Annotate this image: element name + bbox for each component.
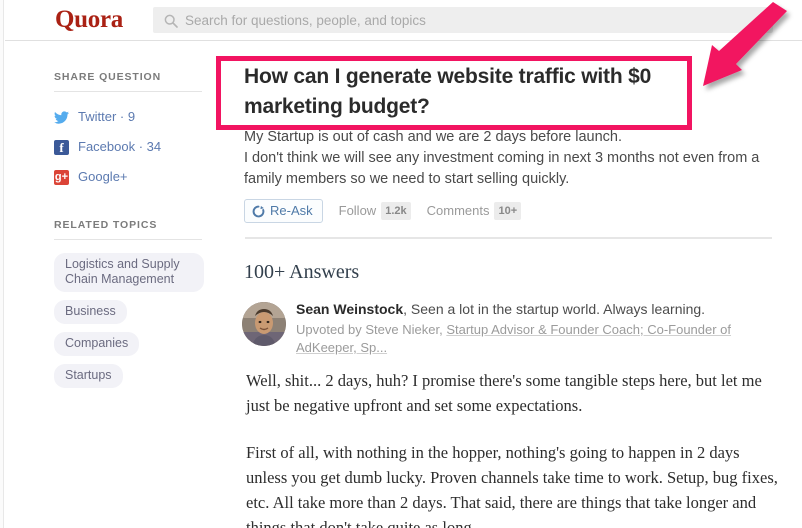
answer-author-name[interactable]: Sean Weinstock [296, 301, 403, 317]
answer-author-line: Sean Weinstock, Seen a lot in the startu… [296, 300, 785, 319]
upvoter-name[interactable]: Steve Nieker [365, 322, 439, 337]
answers-count-heading: 100+ Answers [244, 261, 360, 283]
question-details-line-2: I don't think we will see any investment… [244, 150, 760, 187]
facebook-icon: f [54, 139, 69, 155]
author-suffix: , [403, 301, 411, 317]
answer-byline: Sean Weinstock, Seen a lot in the startu… [296, 300, 785, 357]
answer-body: Well, shit... 2 days, huh? I promise the… [246, 368, 782, 528]
share-link-label: Twitter · 9 [78, 109, 135, 125]
share-link-google-plus[interactable]: g+ Google+ [54, 166, 204, 188]
re-ask-label: Re-Ask [270, 203, 313, 218]
question-actions-bar: Re-Ask Follow 1.2k Comments 10+ [244, 199, 522, 223]
twitter-count: 9 [127, 109, 136, 124]
share-question-heading: SHARE QUESTION [54, 71, 162, 83]
search-icon [164, 14, 178, 28]
google-plus-label: Google+ [78, 169, 128, 184]
question-details: My Startup is out of cash and we are 2 d… [244, 127, 777, 190]
comments-label: Comments [426, 203, 490, 218]
comments-count-badge: 10+ [494, 202, 522, 220]
sidebar: SHARE QUESTION Twitter · 9 f Facebook · … [54, 70, 204, 396]
re-ask-button[interactable]: Re-Ask [244, 199, 323, 223]
site-header: Quora Search for questions, people, and … [5, 0, 802, 41]
share-links-list: Twitter · 9 f Facebook · 34 g+ Google+ [54, 106, 204, 188]
question-title[interactable]: How can I generate website traffic with … [244, 62, 755, 122]
follow-count-badge: 1.2k [381, 202, 411, 220]
search-bar[interactable]: Search for questions, people, and topics [153, 7, 773, 33]
topic-pill-logistics[interactable]: Logistics and Supply Chain Management [54, 253, 204, 292]
facebook-separator: · [135, 139, 147, 154]
share-link-facebook[interactable]: f Facebook · 34 [54, 136, 204, 158]
share-link-twitter[interactable]: Twitter · 9 [54, 106, 204, 128]
section-divider [245, 237, 772, 239]
twitter-icon [54, 110, 69, 125]
twitter-separator: · [116, 109, 128, 124]
facebook-count: 34 [146, 139, 162, 154]
search-input-placeholder[interactable]: Search for questions, people, and topics [185, 12, 426, 30]
twitter-label: Twitter [78, 109, 117, 124]
google-plus-icon: g+ [54, 169, 69, 185]
answer-paragraph: First of all, with nothing in the hopper… [246, 443, 778, 528]
share-link-label: Google+ [78, 169, 128, 185]
page-left-gutter [0, 0, 4, 528]
answer-author-bio: Seen a lot in the startup world. Always … [410, 301, 706, 317]
upvoted-prefix: Upvoted by [296, 322, 366, 337]
related-topics-heading: RELATED TOPICS [54, 219, 158, 231]
topic-pill-business[interactable]: Business [54, 300, 127, 324]
topic-pill-startups[interactable]: Startups [54, 364, 123, 388]
share-link-label: Facebook · 34 [78, 139, 161, 155]
answer-upvoted-line: Upvoted by Steve Nieker, Startup Advisor… [296, 321, 785, 357]
question-details-line-1: My Startup is out of cash and we are 2 d… [244, 129, 623, 145]
topics-heading-divider [54, 239, 202, 240]
comments-button[interactable]: Comments 10+ [427, 202, 522, 220]
related-topics-list: Logistics and Supply Chain Management Bu… [54, 253, 204, 396]
refresh-circle-icon [252, 205, 265, 218]
facebook-label: Facebook [78, 139, 136, 154]
share-heading-divider [54, 91, 202, 92]
follow-label: Follow [338, 203, 377, 218]
avatar[interactable] [242, 302, 286, 346]
quora-logo[interactable]: Quora [55, 6, 123, 34]
answer-paragraph: Well, shit... 2 days, huh? I promise the… [246, 371, 762, 415]
question-title-wrap: How can I generate website traffic with … [244, 62, 755, 122]
topic-pill-companies[interactable]: Companies [54, 332, 140, 356]
quora-question-page: Quora Search for questions, people, and … [0, 0, 802, 528]
follow-button[interactable]: Follow 1.2k [339, 202, 411, 220]
